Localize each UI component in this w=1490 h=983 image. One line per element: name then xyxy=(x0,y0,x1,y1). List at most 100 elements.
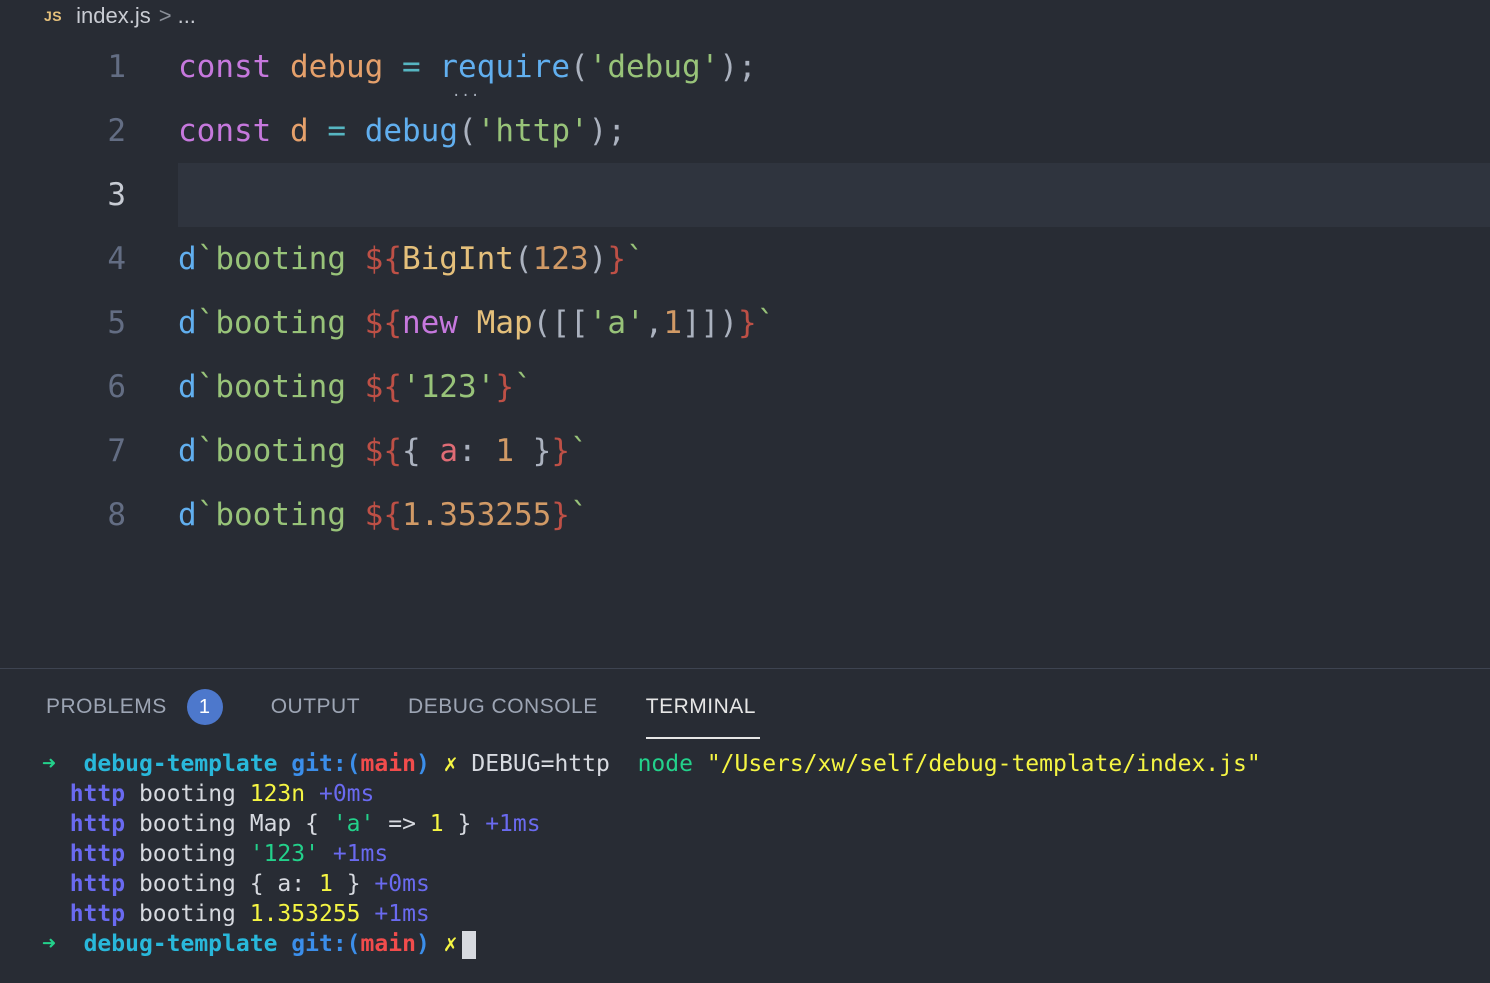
debug-namespace: http xyxy=(69,841,126,867)
terminal-output-line: http booting 1.353255 +1ms xyxy=(42,899,1261,929)
code-line[interactable]: 5 d`booting ${new Map([['a',1]])}` xyxy=(0,291,1490,355)
code-token: { xyxy=(401,433,440,469)
command-env: DEBUG=http xyxy=(471,751,610,777)
prompt-git-label: git:( xyxy=(291,931,361,957)
code-line[interactable]: 1 const debug = require('debug'); xyxy=(0,35,1490,99)
terminal-output-line: http booting 123n +0ms xyxy=(42,779,1261,809)
code-token: `booting xyxy=(196,433,365,469)
code-token: a xyxy=(439,433,458,469)
bottom-panel: PROBLEMS 1 OUTPUT DEBUG CONSOLE TERMINAL ➜ d… xyxy=(0,668,1490,983)
code-token: = xyxy=(327,113,347,149)
code-line[interactable]: 8 d`booting ${1.353255}` xyxy=(0,483,1490,547)
debug-value: 1 xyxy=(429,811,444,837)
code-text: d`booting ${new Map([['a',1]])}` xyxy=(178,305,775,341)
line-number: 3 xyxy=(107,177,126,213)
line-number: 8 xyxy=(107,497,126,533)
code-token: ); xyxy=(719,49,757,85)
javascript-file-icon: JS xyxy=(44,8,63,24)
tab-label: DEBUG CONSOLE xyxy=(408,695,598,718)
debug-time-delta: +1ms xyxy=(374,901,430,927)
tab-label: TERMINAL xyxy=(645,695,756,718)
code-line[interactable]: 3 xyxy=(0,163,1490,227)
tab-output[interactable]: OUTPUT xyxy=(271,685,360,729)
code-token: ( xyxy=(513,241,533,277)
line-number: 2 xyxy=(107,113,126,149)
code-token: ${ xyxy=(364,497,402,533)
breadcrumb-file[interactable]: index.js xyxy=(76,3,151,29)
code-token: , xyxy=(644,305,664,341)
code-token: const xyxy=(178,113,272,149)
terminal-output-line: http booting { a: 1 } +0ms xyxy=(42,869,1261,899)
code-token: `booting xyxy=(196,497,365,533)
tab-problems[interactable]: PROBLEMS 1 xyxy=(46,685,223,729)
debug-time-delta: +0ms xyxy=(318,781,375,807)
chevron-right-icon: > xyxy=(158,3,172,28)
debug-value: 123n xyxy=(249,781,306,807)
code-line[interactable]: 6 d`booting ${'123'}` xyxy=(0,355,1490,419)
code-token: d xyxy=(178,497,197,533)
code-token: ([[ xyxy=(532,305,589,341)
code-hint-dots[interactable]: ··· xyxy=(452,88,480,104)
code-line[interactable]: 4 d`booting ${BigInt(123)}` xyxy=(0,227,1490,291)
code-token: ${ xyxy=(364,241,402,277)
code-token: 1 xyxy=(495,433,514,469)
debug-namespace: http xyxy=(69,871,126,897)
code-token: debug xyxy=(290,49,384,85)
prompt-arrow-icon: ➜ xyxy=(42,751,56,777)
code-text: const debug = require('debug'); xyxy=(178,49,757,85)
code-token: debug xyxy=(364,113,459,149)
prompt-dirty-icon: ✗ xyxy=(443,751,458,777)
prompt-git-close: ) xyxy=(415,751,430,777)
terminal-output[interactable]: ➜ debug-template git:(main) ✗ DEBUG=http… xyxy=(42,749,1261,959)
code-token: } xyxy=(607,241,626,277)
code-text: d`booting ${'123'}` xyxy=(178,369,533,405)
code-token: 1.353255 xyxy=(401,497,552,533)
terminal-output-line: http booting '123' +1ms xyxy=(42,839,1261,869)
prompt-dirty-icon: ✗ xyxy=(443,931,458,957)
prompt-directory: debug-template xyxy=(83,931,278,957)
command-node: node xyxy=(637,751,693,777)
line-number: 5 xyxy=(107,305,126,341)
code-token: } xyxy=(551,497,570,533)
code-token: 'a' xyxy=(588,305,645,341)
prompt-directory: debug-template xyxy=(83,751,278,777)
terminal-prompt-line: ➜ debug-template git:(main) ✗ xyxy=(42,929,1261,959)
debug-value: 1.353255 xyxy=(249,901,361,927)
code-token: d xyxy=(290,113,309,149)
terminal-cursor[interactable] xyxy=(461,930,476,959)
code-token: BigInt xyxy=(401,241,514,277)
code-token: `booting xyxy=(196,241,365,277)
debug-message: booting xyxy=(138,871,250,897)
code-token: ( xyxy=(458,113,477,149)
prompt-git-close: ) xyxy=(415,931,430,957)
problems-count-badge: 1 xyxy=(186,689,223,725)
code-token: ` xyxy=(625,241,645,277)
code-token: Map xyxy=(476,305,533,341)
code-token: ${ xyxy=(364,369,402,405)
code-token: ` xyxy=(569,497,589,533)
prompt-arrow-icon: ➜ xyxy=(42,931,56,957)
breadcrumb-more[interactable]: ... xyxy=(178,3,196,29)
code-editor[interactable]: JS index.js > ... 1 const debug = require… xyxy=(0,0,1490,668)
panel-tabs: PROBLEMS 1 OUTPUT DEBUG CONSOLE TERMINAL xyxy=(46,685,804,739)
code-token: ) xyxy=(588,241,608,277)
debug-namespace: http xyxy=(69,781,126,807)
debug-value: => xyxy=(374,811,430,837)
tab-debug-console[interactable]: DEBUG CONSOLE xyxy=(408,685,598,729)
code-token: d xyxy=(178,433,197,469)
command-path: "/Users/xw/self/debug-template/index.js" xyxy=(706,751,1261,777)
tab-terminal[interactable]: TERMINAL xyxy=(645,685,761,739)
code-token: ${ xyxy=(364,305,402,341)
code-line[interactable]: 2 const d = debug('http'); xyxy=(0,99,1490,163)
terminal-prompt-line: ➜ debug-template git:(main) ✗ DEBUG=http… xyxy=(42,749,1261,779)
breadcrumb[interactable]: JS index.js > ... xyxy=(44,0,196,32)
code-line[interactable]: 7 d`booting ${{ a: 1 }}` xyxy=(0,419,1490,483)
debug-namespace: http xyxy=(69,901,126,927)
code-token: `booting xyxy=(196,369,365,405)
code-token: d xyxy=(178,305,197,341)
